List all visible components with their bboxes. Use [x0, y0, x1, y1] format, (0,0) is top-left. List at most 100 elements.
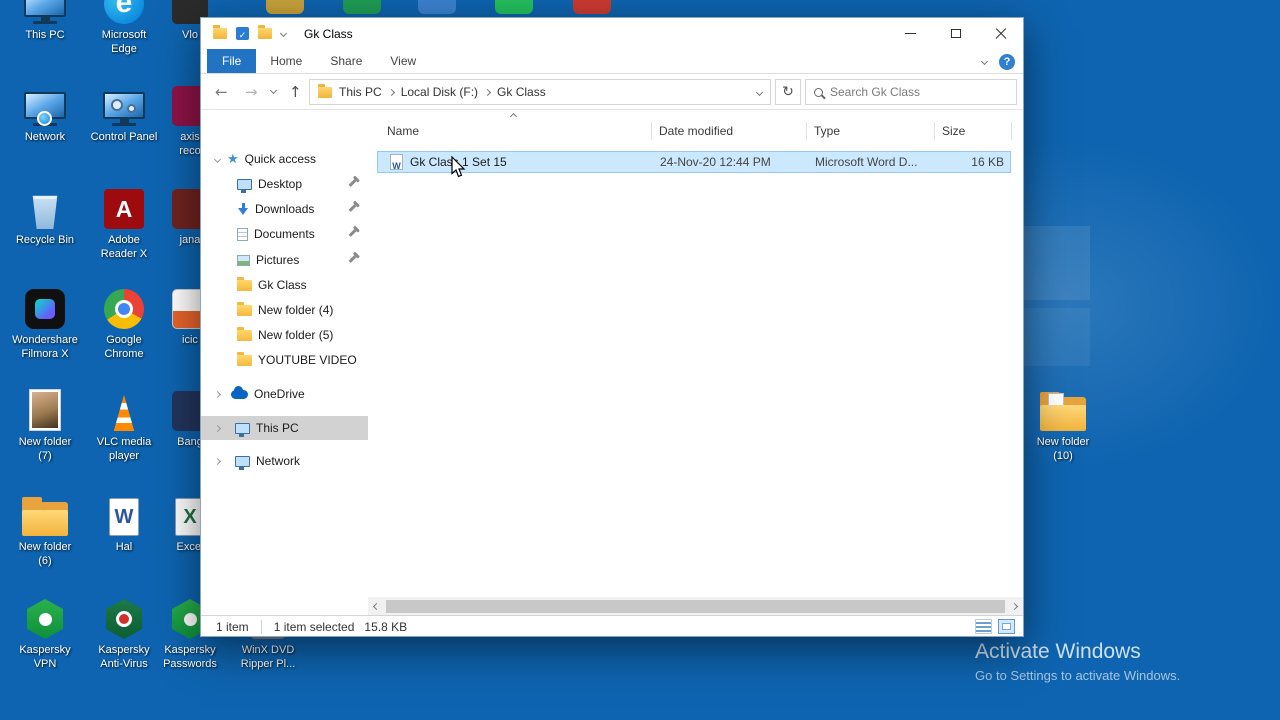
navigation-pane: ★ Quick access Desktop Downloads Documen…: [201, 110, 368, 597]
pin-icon: [348, 204, 357, 212]
sidebar-item-onedrive[interactable]: OneDrive: [201, 382, 368, 406]
breadcrumb-local-disk-f[interactable]: Local Disk (F:): [401, 85, 478, 99]
desktop: This PC Network Recycle Bin Wondershare …: [0, 0, 1280, 720]
chrome-icon: [86, 285, 162, 329]
view-toggles: [975, 619, 1015, 634]
desktop-icon-filmora[interactable]: Wondershare Filmora X: [7, 285, 83, 361]
sidebar-item-gk-class[interactable]: Gk Class: [201, 273, 368, 297]
file-row-selected[interactable]: Gk Class 1 Set 15 24-Nov-20 12:44 PM Mic…: [377, 151, 1011, 173]
desktop-icon-network[interactable]: Network: [7, 82, 83, 144]
folder-mini-icon: [237, 351, 252, 366]
photo-folder-icon: [7, 387, 83, 431]
partial-desktop-icon[interactable]: [266, 0, 304, 14]
breadcrumb-this-pc[interactable]: This PC: [339, 85, 382, 99]
sidebar-item-downloads[interactable]: Downloads: [201, 197, 368, 221]
column-divider[interactable]: [934, 122, 935, 140]
sidebar-item-desktop[interactable]: Desktop: [201, 172, 368, 196]
status-divider: [260, 619, 262, 634]
chevron-right-icon[interactable]: [213, 457, 222, 465]
desktop-icon-vlc[interactable]: VLC media player: [86, 387, 162, 463]
column-header-name[interactable]: Name: [387, 118, 419, 144]
refresh-button[interactable]: ↻: [775, 79, 801, 105]
desktop-icon-kaspersky-vpn[interactable]: Kaspersky VPN: [7, 595, 83, 671]
desktop-icon-recycle-bin[interactable]: Recycle Bin: [7, 185, 83, 247]
network-icon: [7, 82, 83, 126]
recent-locations-icon[interactable]: [269, 86, 278, 95]
thumbnail-view-icon[interactable]: [998, 619, 1015, 634]
partial-desktop-icon[interactable]: [495, 0, 533, 14]
tab-file[interactable]: File: [207, 49, 257, 73]
sidebar-item-this-pc[interactable]: This PC: [201, 416, 368, 440]
sidebar-item-new-folder-5[interactable]: New folder (5): [201, 323, 368, 347]
desktop-icon-edge[interactable]: Microsoft Edge: [86, 0, 162, 56]
expand-ribbon-icon[interactable]: [980, 57, 989, 66]
details-view-icon[interactable]: [975, 619, 992, 634]
desktop-icon-new-folder-10[interactable]: New folder (10): [1025, 387, 1101, 463]
scrollbar-thumb[interactable]: [386, 599, 1005, 613]
help-icon[interactable]: [999, 53, 1015, 70]
sidebar-item-new-folder-4[interactable]: New folder (4): [201, 298, 368, 322]
horizontal-scrollbar[interactable]: [368, 597, 1023, 615]
desktop-icon-kaspersky-antivirus[interactable]: Kaspersky Anti-Virus: [86, 595, 162, 671]
documents-icon: [237, 227, 248, 241]
desktop-icon-control-panel[interactable]: Control Panel: [86, 82, 162, 144]
close-icon: [995, 28, 1007, 40]
tab-view[interactable]: View: [376, 49, 430, 73]
desktop-icon-chrome[interactable]: Google Chrome: [86, 285, 162, 361]
desktop-icon-adobe-reader[interactable]: Adobe Reader X: [86, 185, 162, 261]
sidebar-item-network[interactable]: Network: [201, 449, 368, 473]
sidebar-item-youtube-video[interactable]: YOUTUBE VIDEO: [201, 348, 368, 372]
scroll-right-arrow-icon[interactable]: [1006, 602, 1023, 610]
back-button[interactable]: ←: [215, 83, 228, 101]
tab-share[interactable]: Share: [316, 49, 376, 73]
file-size: 16 KB: [971, 155, 1004, 169]
desktop-icon-label: Kaspersky VPN: [19, 644, 71, 670]
column-divider[interactable]: [651, 122, 652, 140]
partial-desktop-icon[interactable]: [343, 0, 381, 14]
this-pc-icon: [7, 0, 83, 24]
column-header-date-modified[interactable]: Date modified: [659, 118, 733, 144]
sidebar-item-documents[interactable]: Documents: [201, 222, 368, 246]
column-divider[interactable]: [806, 122, 807, 140]
column-header-type[interactable]: Type: [814, 118, 840, 144]
minimize-button[interactable]: [888, 18, 933, 49]
desktop-icon-label: New folder (7): [18, 436, 72, 462]
forward-button[interactable]: →: [245, 83, 258, 101]
chevron-right-icon[interactable]: [213, 424, 222, 432]
sidebar-item-label: This PC: [256, 421, 299, 435]
sidebar-item-pictures[interactable]: Pictures: [201, 248, 368, 272]
desktop-icon-new-folder-6[interactable]: New folder (6): [7, 492, 83, 568]
search-input[interactable]: [830, 85, 1008, 99]
address-dropdown-icon[interactable]: [755, 88, 764, 96]
scroll-left-arrow-icon[interactable]: [368, 602, 385, 610]
file-list-pane: Name Date modified Type Size Gk Class 1 …: [368, 110, 1023, 597]
desktop-icon-new-folder-7[interactable]: New folder (7): [7, 387, 83, 463]
file-date-modified: 24-Nov-20 12:44 PM: [660, 155, 771, 169]
activate-windows-watermark: Activate Windows Go to Settings to activ…: [975, 640, 1180, 683]
sidebar-item-quick-access[interactable]: ★ Quick access: [201, 147, 368, 171]
window-title: Gk Class: [304, 26, 353, 41]
chevron-right-icon[interactable]: [213, 390, 222, 398]
qat-dropdown-icon[interactable]: [279, 29, 288, 38]
recycle-bin-icon: [7, 185, 83, 229]
partial-desktop-icon[interactable]: [573, 0, 611, 14]
activate-line2: Go to Settings to activate Windows.: [975, 668, 1181, 683]
address-bar[interactable]: This PC Local Disk (F:) Gk Class: [309, 79, 771, 105]
qat-check-icon[interactable]: [236, 27, 249, 40]
desktop-icon-label: Network: [24, 131, 66, 143]
column-divider[interactable]: [1011, 122, 1012, 140]
desktop-icon-label: This PC: [25, 29, 65, 41]
chevron-down-icon[interactable]: [213, 155, 222, 163]
desktop-icon-hal[interactable]: Hal: [86, 492, 162, 554]
breadcrumb-gk-class[interactable]: Gk Class: [497, 85, 546, 99]
breadcrumb-separator-icon[interactable]: [483, 88, 492, 96]
breadcrumb-separator-icon[interactable]: [387, 88, 395, 96]
tab-home[interactable]: Home: [256, 49, 316, 73]
maximize-button[interactable]: [933, 18, 978, 49]
up-button[interactable]: ↑: [289, 83, 302, 101]
partial-desktop-icon[interactable]: [418, 0, 456, 14]
close-button[interactable]: [978, 18, 1023, 49]
desktop-icon-this-pc[interactable]: This PC: [7, 0, 83, 42]
column-header-size[interactable]: Size: [942, 118, 965, 144]
qat-folder-icon[interactable]: [258, 25, 272, 39]
